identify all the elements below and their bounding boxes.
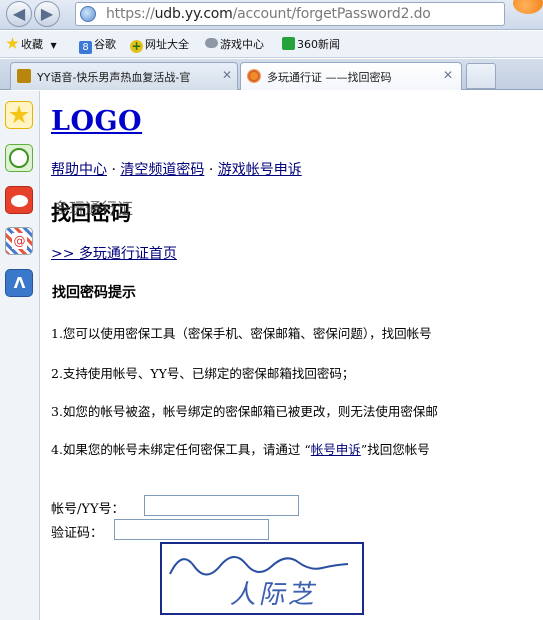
gamepad-icon — [205, 38, 218, 48]
favorites-star-icon[interactable] — [5, 101, 33, 129]
at-sign: @ — [12, 233, 27, 249]
search-icon — [282, 37, 295, 50]
site-identity-icon — [80, 6, 96, 22]
forward-button[interactable]: ▶ — [34, 1, 60, 27]
star-shape — [9, 105, 29, 124]
fav-google[interactable]: 8 谷歌 — [79, 37, 116, 54]
fav-sites[interactable]: + 网址大全 — [130, 37, 189, 53]
star-icon — [6, 37, 19, 49]
tab-label: 多玩通行证 ——找回密码 — [267, 71, 392, 84]
game-account-appeal-link[interactable]: 游戏帐号申诉 — [218, 162, 302, 178]
history-clock-icon[interactable] — [5, 144, 33, 172]
fav-collect[interactable]: 收藏 ▼ — [6, 37, 57, 53]
plus-icon: + — [130, 39, 143, 53]
url-input[interactable]: https://udb.yy.com/account/forgetPasswor… — [75, 2, 505, 26]
account-input[interactable] — [144, 495, 299, 516]
chat-glyph: Λ — [13, 274, 26, 292]
hint-3: 3.如您的帐号被盗，帐号绑定的密保邮箱已被更改，则无法使用密保邮 — [51, 404, 438, 419]
hint-4: 4.如果您的帐号未绑定任何密保工具，请通过 “帐号申诉”找回您帐号 — [51, 442, 430, 457]
clock-face — [9, 148, 29, 168]
tab-forget-password[interactable]: 多玩通行证 ——找回密码 ✕ — [240, 62, 462, 90]
back-button[interactable]: ◀ — [6, 1, 32, 27]
email-icon[interactable]: @ — [5, 227, 33, 255]
forward-arrow-icon: ▶ — [40, 4, 54, 23]
page-title: 找回密码 多玩通行证 — [51, 195, 251, 225]
google-icon: 8 — [79, 41, 92, 54]
top-links: 帮助中心 · 清空频道密码 · 游戏帐号申诉 — [51, 159, 302, 179]
fav-news[interactable]: 360新闻 — [282, 37, 340, 53]
separator: · — [208, 162, 214, 178]
url-text: https://udb.yy.com/account/forgetPasswor… — [106, 6, 431, 22]
hint-1: 1.您可以使用密保工具（密保手机、密保邮箱、密保问题），找回帐号 — [51, 326, 432, 341]
captcha-input[interactable] — [114, 519, 269, 540]
tab-yy[interactable]: YY语音-快乐男声热血复活战-官 ✕ — [10, 62, 238, 90]
extension-icon[interactable] — [513, 0, 543, 14]
hint-2: 2.支持使用帐号、YY号、已绑定的密保邮箱找回密码； — [51, 366, 355, 381]
account-appeal-link[interactable]: 帐号申诉 — [311, 442, 361, 457]
tab-bar: YY语音-快乐男声热血复活战-官 ✕ 多玩通行证 ——找回密码 ✕ — [0, 59, 543, 90]
close-icon[interactable]: ✕ — [219, 67, 235, 83]
passport-home-link[interactable]: >> 多玩通行证首页 — [51, 243, 177, 263]
favorites-bar: 收藏 ▼ 8 谷歌 + 网址大全 游戏中心 360新闻 — [0, 31, 543, 58]
yy-favicon-icon — [17, 69, 31, 83]
separator: · — [111, 162, 116, 178]
captcha-text: 人际芝 — [228, 580, 322, 610]
weibo-shape — [11, 195, 28, 207]
clear-channel-password-link[interactable]: 清空频道密码 — [120, 162, 204, 178]
sidebar: @ Λ — [0, 91, 40, 620]
captcha-image[interactable]: 人际芝 — [160, 542, 364, 615]
new-tab-button[interactable] — [466, 63, 496, 89]
close-icon[interactable]: ✕ — [440, 67, 456, 83]
page-content: LOGO 帮助中心 · 清空频道密码 · 游戏帐号申诉 找回密码 多玩通行证 >… — [40, 91, 543, 620]
hint-title: 找回密码提示 — [52, 285, 136, 301]
tab-label: YY语音-快乐男声热血复活战-官 — [37, 71, 191, 84]
address-bar-row: ◀ ▶ https://udb.yy.com/account/forgetPas… — [0, 0, 543, 30]
fav-games[interactable]: 游戏中心 — [205, 37, 264, 53]
duowan-favicon-icon — [247, 69, 261, 83]
logo-link[interactable]: LOGO — [51, 106, 142, 137]
account-label: 帐号/YY号： — [51, 502, 125, 517]
help-center-link[interactable]: 帮助中心 — [51, 162, 107, 178]
captcha-label: 验证码： — [51, 526, 104, 541]
chevron-down-icon: ▼ — [50, 41, 57, 50]
page-title-overlay: 多玩通行证 — [53, 199, 134, 218]
weibo-icon[interactable] — [5, 186, 33, 214]
chat-icon[interactable]: Λ — [5, 269, 33, 297]
back-arrow-icon: ◀ — [12, 4, 26, 23]
